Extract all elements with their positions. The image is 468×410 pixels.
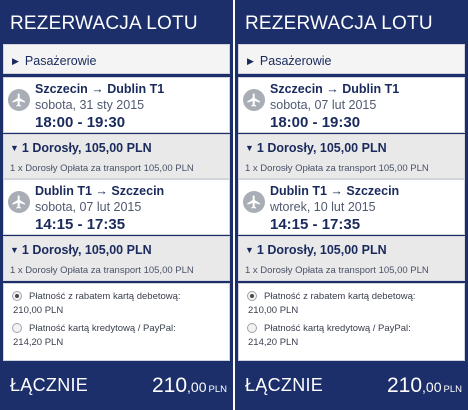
total-bar: ŁĄCZNIE 210,00 PLN [3,362,230,407]
triangle-down-icon: ▼ [245,245,254,255]
booking-panels: REZERWACJA LOTU ▶ Pasażerowie Szczecin → … [0,0,468,410]
total-amount-integer: 210 [152,374,188,397]
payment-label: Płatność z rabatem kartą debetową: [29,291,181,302]
panel-title: REZERWACJA LOTU [245,13,433,34]
payment-label: Płatność kartą kredytową / PayPal: [264,323,411,334]
triangle-right-icon: ▶ [12,56,19,66]
payment-label: Płatność z rabatem kartą debetową: [264,291,416,302]
outbound-flight: Szczecin → Dublin T1 sobota, 07 lut 2015… [238,77,465,133]
payment-price: 214,20 PLN [13,337,64,348]
return-fare[interactable]: ▼ 1 Dorosły, 105,00 PLN 1 x Dorosły Opłat… [3,236,230,281]
flight-time: 14:15 - 17:35 [35,216,126,233]
fare-summary: 1 Dorosły, 105,00 PLN [21,141,152,155]
fare-summary: 1 Dorosły, 105,00 PLN [256,141,387,155]
payment-options: Płatność z rabatem kartą debetową: 210,0… [3,283,230,361]
total-amount-decimal: ,00 [187,379,207,395]
fare-detail: 1 x Dorosły Opłata za transport 105,00 P… [245,163,429,174]
flight-date: sobota, 07 lut 2015 [270,98,377,112]
fare-summary: 1 Dorosły, 105,00 PLN [21,243,152,257]
fare-detail: 1 x Dorosły Opłata za transport 105,00 P… [10,163,194,174]
airplane-icon [243,89,265,111]
payment-price: 210,00 PLN [248,305,299,316]
fare-summary-toggle[interactable]: ▼ 1 Dorosły, 105,00 PLN [10,141,152,155]
payment-label: Płatność kartą kredytową / PayPal: [29,323,176,334]
flight-route: Dublin T1 → Szczecin [35,184,165,198]
payment-price: 210,00 PLN [13,305,64,316]
fare-detail: 1 x Dorosły Opłata za transport 105,00 P… [245,265,429,276]
total-label: ŁĄCZNIE [10,375,89,395]
return-flight: Dublin T1 → Szczecin wtorek, 10 lut 2015… [238,179,465,235]
total-bar: ŁĄCZNIE 210,00 PLN [238,362,465,407]
panel-title: REZERWACJA LOTU [10,13,198,34]
flight-time: 18:00 - 19:30 [270,114,361,131]
total-amount: 210,00 PLN [387,374,462,398]
total-amount-decimal: ,00 [422,379,442,395]
passengers-label: Pasażerowie [259,54,332,68]
credit-radio[interactable] [247,323,257,333]
triangle-down-icon: ▼ [10,143,19,153]
debit-radio[interactable] [247,291,257,301]
outbound-fare[interactable]: ▼ 1 Dorosły, 105,00 PLN 1 x Dorosły Opłat… [3,134,230,179]
fare-summary: 1 Dorosły, 105,00 PLN [256,243,387,257]
fare-detail: 1 x Dorosły Opłata za transport 105,00 P… [10,265,194,276]
panel-body: ▶ Pasażerowie Szczecin → Dublin T1 sobota… [3,42,230,362]
flight-date: sobota, 07 lut 2015 [35,200,142,214]
total-amount-integer: 210 [387,374,423,397]
payment-options: Płatność z rabatem kartą debetową: 210,0… [238,283,465,361]
total-currency: PLN [208,384,227,395]
flight-time: 18:00 - 19:30 [35,114,126,131]
credit-radio[interactable] [12,323,22,333]
total-currency: PLN [443,384,462,395]
triangle-right-icon: ▶ [247,56,254,66]
flight-time: 14:15 - 17:35 [270,216,361,233]
passengers-toggle[interactable]: ▶ Pasażerowie [3,44,230,74]
flight-date: sobota, 31 sty 2015 [35,98,145,112]
flight-route: Szczecin → Dublin T1 [35,82,165,96]
airplane-icon [8,191,30,213]
debit-radio[interactable] [12,291,22,301]
payment-price: 214,20 PLN [248,337,299,348]
outbound-fare[interactable]: ▼ 1 Dorosły, 105,00 PLN 1 x Dorosły Opłat… [238,134,465,179]
flight-date: wtorek, 10 lut 2015 [270,200,376,214]
airplane-icon [8,89,30,111]
fare-summary-toggle[interactable]: ▼ 1 Dorosły, 105,00 PLN [245,141,387,155]
fare-summary-toggle[interactable]: ▼ 1 Dorosły, 105,00 PLN [10,243,152,257]
triangle-down-icon: ▼ [10,245,19,255]
flight-route: Dublin T1 → Szczecin [270,184,400,198]
fare-summary-toggle[interactable]: ▼ 1 Dorosły, 105,00 PLN [245,243,387,257]
booking-summary-panel: REZERWACJA LOTU ▶ Pasażerowie Szczecin → … [235,0,468,410]
return-flight: Dublin T1 → Szczecin sobota, 07 lut 2015… [3,179,230,235]
booking-summary-panel: REZERWACJA LOTU ▶ Pasażerowie Szczecin → … [0,0,233,410]
passengers-toggle[interactable]: ▶ Pasażerowie [238,44,465,74]
total-label: ŁĄCZNIE [245,375,324,395]
panel-body: ▶ Pasażerowie Szczecin → Dublin T1 sobota… [238,42,465,362]
passengers-label: Pasażerowie [24,54,97,68]
return-fare[interactable]: ▼ 1 Dorosły, 105,00 PLN 1 x Dorosły Opłat… [238,236,465,281]
flight-route: Szczecin → Dublin T1 [270,82,400,96]
outbound-flight: Szczecin → Dublin T1 sobota, 31 sty 2015… [3,77,230,133]
total-amount: 210,00 PLN [152,374,227,398]
airplane-icon [243,191,265,213]
triangle-down-icon: ▼ [245,143,254,153]
